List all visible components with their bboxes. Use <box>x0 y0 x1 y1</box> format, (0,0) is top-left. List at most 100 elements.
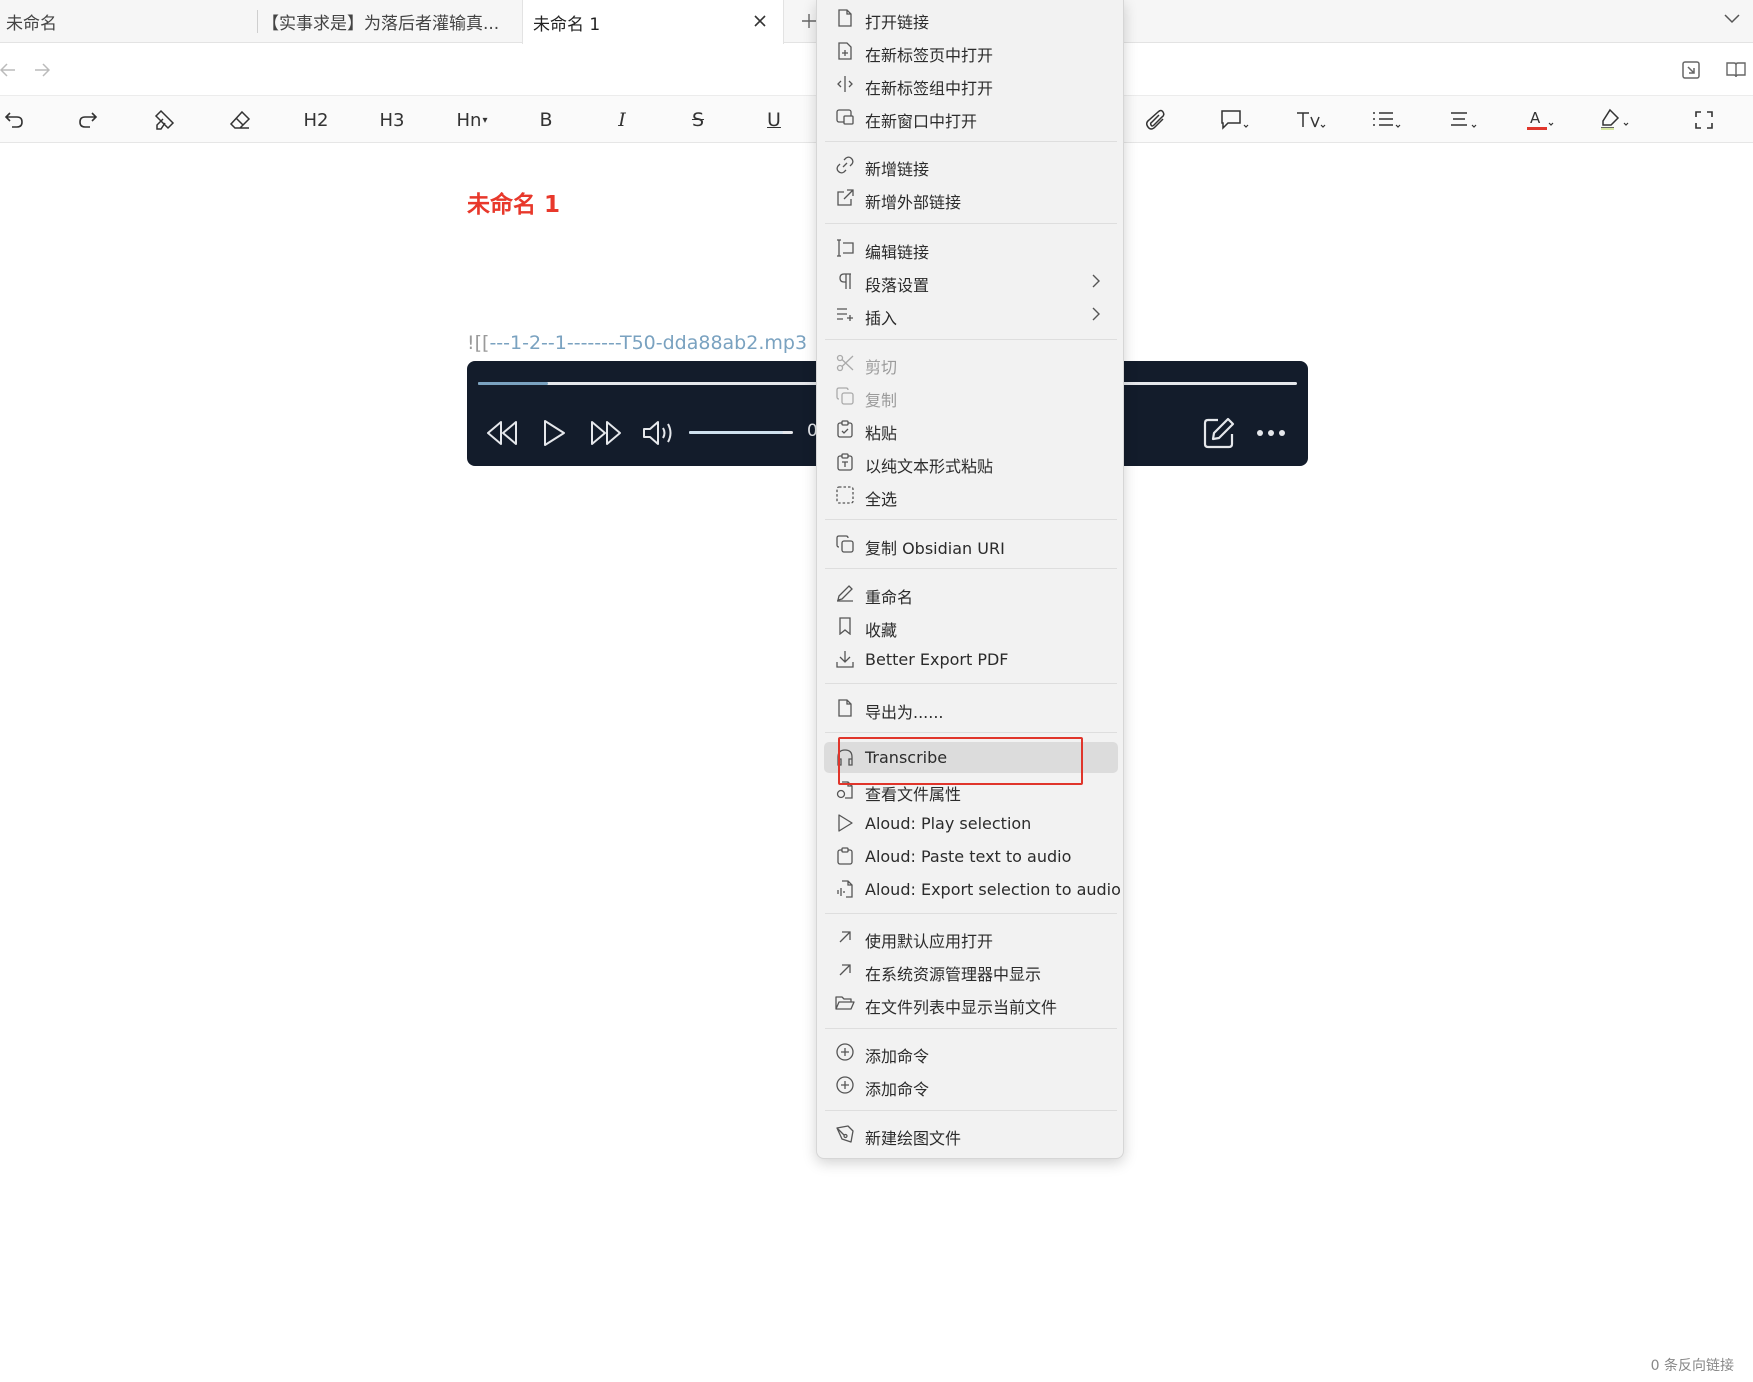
tab-article[interactable]: 【实事求是】为落后者灌输真... <box>262 0 520 43</box>
file-icon <box>835 698 855 718</box>
heading-n-label: Hn <box>456 109 482 131</box>
menu-item-aloud-play[interactable]: Aloud: Play selection <box>824 808 1118 839</box>
backlinks-count[interactable]: 0 条反向链接 <box>1651 1355 1734 1375</box>
arrow-up-right-icon <box>835 927 855 947</box>
volume-slider[interactable] <box>689 431 793 434</box>
menu-item-paste-plain[interactable]: 以纯文本形式粘贴 <box>824 447 1118 478</box>
menu-item-edit-link[interactable]: 编辑链接 <box>824 233 1118 264</box>
format-painter-icon[interactable] <box>148 104 180 136</box>
fast-forward-icon[interactable] <box>587 414 625 452</box>
menu-item-label: 重命名 <box>865 588 914 607</box>
forward-arrow-icon[interactable] <box>30 58 54 82</box>
audio-embed-link[interactable]: ![[---1-2--1--------T50-dda88ab2.mp3 <box>467 332 817 354</box>
menu-item-open-default-app[interactable]: 使用默认应用打开 <box>824 922 1118 953</box>
tab-untitled-1[interactable]: 未命名 1 <box>522 0 784 44</box>
link-icon <box>835 155 855 175</box>
menu-item-paragraph-settings[interactable]: 段落设置 <box>824 266 1118 297</box>
menu-item-open-new-tab[interactable]: 在新标签页中打开 <box>824 36 1118 67</box>
list-icon[interactable] <box>1368 104 1406 136</box>
undo-icon[interactable] <box>0 104 30 136</box>
volume-icon[interactable] <box>640 414 678 452</box>
menu-item-open-new-group[interactable]: 在新标签组中打开 <box>824 69 1118 100</box>
menu-item-reveal-in-file-list[interactable]: 在文件列表中显示当前文件 <box>824 988 1118 1019</box>
fullscreen-icon[interactable] <box>1688 104 1720 136</box>
menu-item-label: 打开链接 <box>865 13 930 32</box>
bookmark-icon <box>835 616 855 636</box>
menu-item-copy[interactable]: 复制 <box>824 381 1118 412</box>
redo-icon[interactable] <box>72 104 104 136</box>
heading-n-button[interactable]: Hn ▾ <box>452 104 492 136</box>
menu-item-bookmark[interactable]: 收藏 <box>824 611 1118 642</box>
menu-item-add-command[interactable]: 添加命令 <box>824 1037 1118 1068</box>
download-icon <box>835 649 855 669</box>
menu-divider <box>825 519 1117 520</box>
menu-item-cut[interactable]: 剪切 <box>824 348 1118 379</box>
menu-item-aloud-export[interactable]: Aloud: Export selection to audio <box>824 874 1121 905</box>
new-window-icon[interactable] <box>1679 58 1703 82</box>
menu-item-export-as[interactable]: 导出为...... <box>824 693 1118 724</box>
bold-button[interactable]: B <box>530 104 562 136</box>
pilcrow-icon <box>835 271 855 291</box>
text-format-icon[interactable] <box>1292 104 1330 136</box>
rewind-icon[interactable] <box>483 414 521 452</box>
strikethrough-button[interactable]: S <box>682 104 714 136</box>
menu-item-aloud-paste[interactable]: Aloud: Paste text to audio <box>824 841 1118 872</box>
eraser-icon[interactable] <box>224 104 256 136</box>
menu-item-paste[interactable]: 粘贴 <box>824 414 1118 445</box>
menu-item-label: 复制 <box>865 391 898 410</box>
menu-item-label: 导出为...... <box>865 703 944 722</box>
menu-item-add-command-2[interactable]: 添加命令 <box>824 1070 1118 1101</box>
volume-fill <box>689 431 783 434</box>
italic-button[interactable]: I <box>606 104 638 136</box>
menu-item-rename[interactable]: 重命名 <box>824 578 1118 609</box>
menu-item-label: 使用默认应用打开 <box>865 932 994 951</box>
more-icon[interactable] <box>1252 414 1290 452</box>
chevron-down-icon: ▾ <box>482 114 488 126</box>
menu-item-add-link[interactable]: 新增链接 <box>824 150 1118 181</box>
menu-item-better-export-pdf[interactable]: Better Export PDF <box>824 644 1118 675</box>
menu-item-open-link[interactable]: 打开链接 <box>824 3 1118 34</box>
close-icon[interactable] <box>749 10 771 32</box>
menu-item-select-all[interactable]: 全选 <box>824 480 1118 511</box>
menu-item-label: 在系统资源管理器中显示 <box>865 965 1042 984</box>
menu-item-add-external-link[interactable]: 新增外部链接 <box>824 183 1118 214</box>
font-color-button[interactable]: A <box>1520 104 1558 136</box>
back-arrow-icon[interactable] <box>0 58 20 82</box>
menu-item-label: 插入 <box>865 309 898 328</box>
svg-text:A: A <box>1530 109 1541 127</box>
align-icon[interactable] <box>1444 104 1482 136</box>
menu-item-copy-obsidian-uri[interactable]: 复制 Obsidian URI <box>824 529 1118 560</box>
tab-untitled[interactable]: 未命名 <box>6 0 256 43</box>
attachment-icon[interactable] <box>1140 104 1172 136</box>
menu-divider <box>825 568 1117 569</box>
heading-2-button[interactable]: H2 <box>300 104 332 136</box>
embed-filename: ---1-2--1--------T50-dda88ab2.mp3 <box>489 332 808 354</box>
callout-icon[interactable] <box>1216 104 1254 136</box>
menu-item-label: 粘贴 <box>865 424 898 443</box>
menu-item-label: 添加命令 <box>865 1047 930 1066</box>
menu-item-new-drawing[interactable]: 新建绘图文件 <box>824 1119 1118 1150</box>
scissors-icon <box>835 353 855 373</box>
copy-icon <box>835 386 855 406</box>
menu-item-label: 以纯文本形式粘贴 <box>865 457 994 476</box>
highlighter-icon[interactable] <box>1596 104 1634 136</box>
chevron-down-icon[interactable] <box>1721 8 1743 30</box>
reading-view-icon[interactable] <box>1724 58 1748 82</box>
clipboard-icon <box>835 846 855 866</box>
menu-item-insert[interactable]: 插入 <box>824 299 1118 330</box>
menu-item-show-in-explorer[interactable]: 在系统资源管理器中显示 <box>824 955 1118 986</box>
menu-item-label: 在新窗口中打开 <box>865 112 978 131</box>
menu-item-label: Aloud: Paste text to audio <box>865 847 1072 866</box>
play-icon[interactable] <box>535 414 573 452</box>
menu-item-open-new-window[interactable]: 在新窗口中打开 <box>824 102 1118 133</box>
menu-item-label: 在新标签组中打开 <box>865 79 994 98</box>
menu-divider <box>825 732 1117 733</box>
tab-label: 未命名 <box>6 14 57 34</box>
select-all-icon <box>835 485 855 505</box>
heading-3-button[interactable]: H3 <box>376 104 408 136</box>
clipboard-type-icon <box>835 452 855 472</box>
plus-circle-icon <box>835 1042 855 1062</box>
underline-button[interactable]: U <box>758 104 790 136</box>
menu-item-label: 在文件列表中显示当前文件 <box>865 998 1058 1017</box>
edit-icon[interactable] <box>1200 414 1238 452</box>
